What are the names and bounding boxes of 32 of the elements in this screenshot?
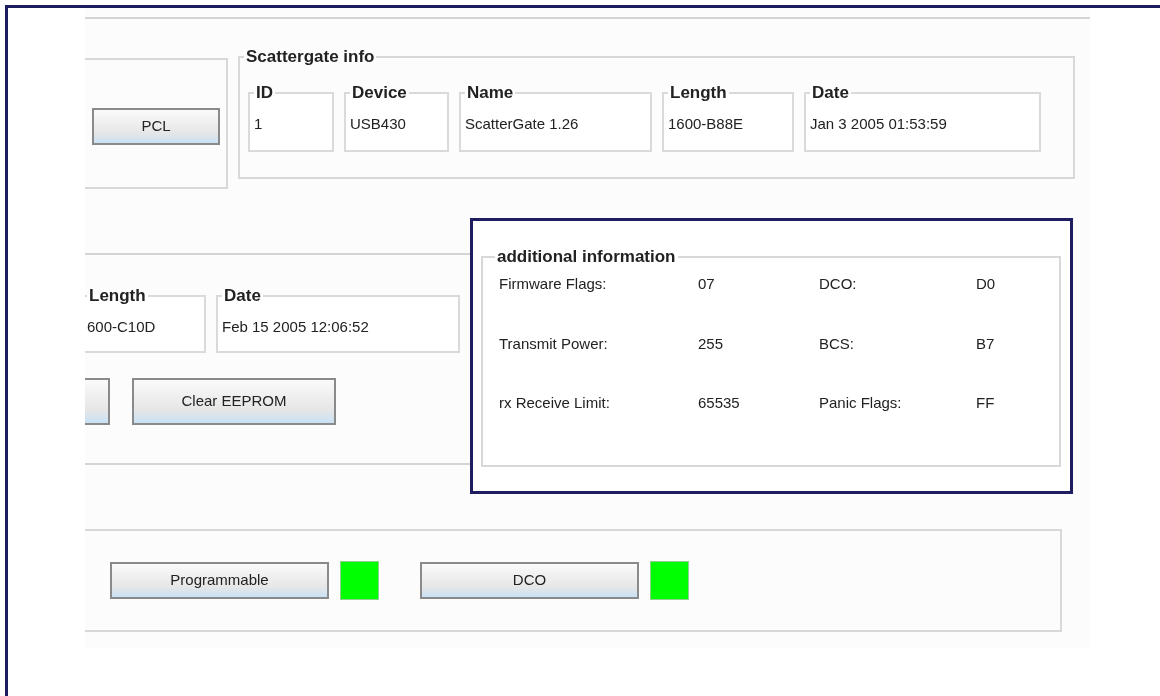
field-label: Date (811, 84, 850, 101)
status-button[interactable]: DCO (420, 562, 639, 599)
field-value: 600-C10D (87, 317, 157, 337)
info-value: 07 (698, 274, 716, 294)
field-value: 1600-B88E (668, 114, 745, 134)
field-label: Length (88, 287, 147, 304)
info-label: Panic Flags: (819, 393, 903, 413)
field-label: Date (223, 287, 262, 304)
info-label: BCS: (819, 333, 855, 354)
clear-eeprom-button[interactable]: Clear EEPROM (132, 378, 336, 425)
info-label: Transmit Power: (499, 333, 609, 354)
info-value: FF (976, 393, 996, 413)
info-label: DCO: (819, 274, 858, 294)
field-value: ScatterGate 1.26 (465, 114, 580, 134)
field-value: Feb 15 2005 12:06:52 (222, 317, 370, 337)
info-label: rx Receive Limit: (499, 393, 611, 413)
field-value: Jan 3 2005 01:53:59 (810, 114, 948, 134)
group-title: Scattergate info (245, 48, 376, 65)
field-value: USB430 (350, 114, 407, 134)
info-value: D0 (976, 274, 997, 294)
field-label: ID (255, 84, 274, 101)
pcl-button[interactable]: PCL (92, 108, 220, 145)
info-value: B7 (976, 333, 996, 354)
status-button[interactable]: Programmable (110, 562, 329, 599)
field-value: 1 (254, 114, 264, 134)
field-label: Name (466, 84, 515, 101)
info-value: 255 (698, 333, 725, 354)
field-label: Length (669, 84, 728, 101)
field-label: Device (351, 84, 408, 101)
info-value: 65535 (698, 393, 741, 413)
info-label: Firmware Flags: (499, 274, 608, 294)
group-title: additional information (496, 248, 677, 265)
